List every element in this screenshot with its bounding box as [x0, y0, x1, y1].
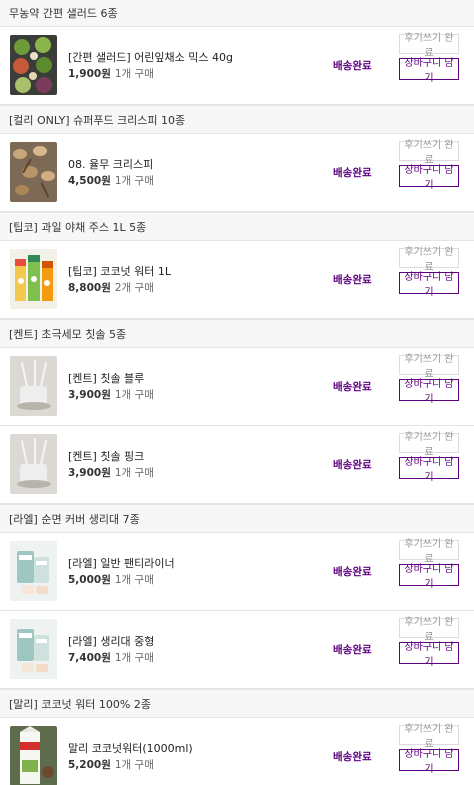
- item-quantity: 1개 구매: [114, 68, 154, 80]
- add-to-cart-button[interactable]: 장바구니 담기: [399, 564, 459, 590]
- add-to-cart-button[interactable]: 장바구니 담기: [399, 457, 459, 483]
- group-title: [라엘] 순면 커버 생리대 7종: [9, 512, 140, 526]
- item-meta: 7,400원 1개 구매: [68, 652, 154, 665]
- item-price: 7,400원: [68, 652, 111, 664]
- toothbrush-cup-thumbnail[interactable]: [10, 434, 57, 494]
- review-done-button[interactable]: 후기쓰기 완료: [399, 724, 459, 750]
- group-header[interactable]: [컬리 ONLY] 슈퍼푸드 크리스피 10종: [0, 105, 474, 134]
- delivery-status: 배송완료: [333, 459, 372, 471]
- item-price: 4,500원: [68, 175, 111, 187]
- item-info: [라엘] 일반 팬티라이너 5,000원 1개 구매: [68, 557, 175, 587]
- review-done-button[interactable]: 후기쓰기 완료: [399, 354, 459, 380]
- item-name[interactable]: 08. 율무 크리스피: [68, 158, 154, 172]
- review-done-button[interactable]: 후기쓰기 완료: [399, 140, 459, 166]
- item-meta: 8,800원 2개 구매: [68, 282, 171, 295]
- delivery-status: 배송완료: [333, 60, 372, 72]
- group-title: [컬리 ONLY] 슈퍼푸드 크리스피 10종: [9, 113, 186, 127]
- add-to-cart-button[interactable]: 장바구니 담기: [399, 272, 459, 298]
- item-info: [팁코] 코코넛 워터 1L 8,800원 2개 구매: [68, 265, 171, 295]
- group-header[interactable]: [라엘] 순면 커버 생리대 7종: [0, 504, 474, 533]
- delivery-status: 배송완료: [333, 274, 372, 286]
- order-item: [팁코] 코코넛 워터 1L 8,800원 2개 구매 배송완료 후기쓰기 완료 …: [0, 241, 474, 319]
- item-info: [간편 샐러드] 어린잎채소 믹스 40g 1,900원 1개 구매: [68, 51, 233, 81]
- delivery-status: 배송완료: [333, 644, 372, 656]
- grain-spoons-thumbnail[interactable]: [10, 142, 57, 202]
- group-title: [말리] 코코넛 워터 100% 2종: [9, 697, 151, 711]
- group-title: [팁코] 과일 야채 주스 1L 5종: [9, 220, 147, 234]
- pad-package-thumbnail[interactable]: [10, 619, 57, 679]
- item-price: 3,900원: [68, 389, 111, 401]
- salad-bowls-thumbnail[interactable]: [10, 35, 57, 95]
- item-meta: 3,900원 1개 구매: [68, 389, 154, 402]
- item-name[interactable]: [간편 샐러드] 어린잎채소 믹스 40g: [68, 51, 233, 65]
- item-quantity: 2개 구매: [114, 282, 154, 294]
- item-meta: 3,900원 1개 구매: [68, 467, 154, 480]
- order-history-list: 무농약 간편 샐러드 6종 [간편 샐러드] 어린잎채소 믹스 40g 1,90…: [0, 0, 474, 785]
- group-header[interactable]: [켄트] 초극세모 칫솔 5종: [0, 319, 474, 348]
- toothbrush-cup-thumbnail[interactable]: [10, 356, 57, 416]
- item-meta: 4,500원 1개 구매: [68, 175, 154, 188]
- order-item: [켄트] 칫솔 핑크 3,900원 1개 구매 배송완료 후기쓰기 완료 장바구니…: [0, 426, 474, 504]
- order-item: [켄트] 칫솔 블루 3,900원 1개 구매 배송완료 후기쓰기 완료 장바구니…: [0, 348, 474, 426]
- group-title: 무농약 간편 샐러드 6종: [9, 7, 118, 20]
- item-quantity: 1개 구매: [114, 467, 154, 479]
- item-quantity: 1개 구매: [114, 652, 154, 664]
- order-item: [간편 샐러드] 어린잎채소 믹스 40g 1,900원 1개 구매 배송완료 후…: [0, 27, 474, 105]
- item-name[interactable]: [켄트] 칫솔 핑크: [68, 450, 154, 464]
- item-price: 3,900원: [68, 467, 111, 479]
- item-name[interactable]: [켄트] 칫솔 블루: [68, 372, 154, 386]
- item-info: [켄트] 칫솔 블루 3,900원 1개 구매: [68, 372, 154, 402]
- item-price: 1,900원: [68, 68, 111, 80]
- order-item: [라엘] 일반 팬티라이너 5,000원 1개 구매 배송완료 후기쓰기 완료 장…: [0, 533, 474, 611]
- item-name[interactable]: [라엘] 생리대 중형: [68, 635, 154, 649]
- delivery-status: 배송완료: [333, 167, 372, 179]
- item-meta: 1,900원 1개 구매: [68, 68, 233, 81]
- delivery-status: 배송완료: [333, 751, 372, 763]
- review-done-button[interactable]: 후기쓰기 완료: [399, 247, 459, 273]
- item-info: [라엘] 생리대 중형 7,400원 1개 구매: [68, 635, 154, 665]
- review-done-button[interactable]: 후기쓰기 완료: [399, 617, 459, 643]
- review-done-button[interactable]: 후기쓰기 완료: [399, 33, 459, 59]
- item-quantity: 1개 구매: [114, 389, 154, 401]
- review-done-button[interactable]: 후기쓰기 완료: [399, 432, 459, 458]
- item-quantity: 1개 구매: [114, 175, 154, 187]
- group-header[interactable]: 무농약 간편 샐러드 6종: [0, 0, 474, 27]
- item-quantity: 1개 구매: [114, 759, 154, 771]
- item-info: 말리 코코넛워터(1000ml) 5,200원 1개 구매: [68, 742, 193, 772]
- group-header[interactable]: [말리] 코코넛 워터 100% 2종: [0, 689, 474, 718]
- order-item: 08. 율무 크리스피 4,500원 1개 구매 배송완료 후기쓰기 완료 장바구…: [0, 134, 474, 212]
- add-to-cart-button[interactable]: 장바구니 담기: [399, 165, 459, 191]
- pad-package-thumbnail[interactable]: [10, 541, 57, 601]
- add-to-cart-button[interactable]: 장바구니 담기: [399, 749, 459, 775]
- item-name[interactable]: [라엘] 일반 팬티라이너: [68, 557, 175, 571]
- add-to-cart-button[interactable]: 장바구니 담기: [399, 379, 459, 405]
- delivery-status: 배송완료: [333, 566, 372, 578]
- item-meta: 5,200원 1개 구매: [68, 759, 193, 772]
- item-price: 5,000원: [68, 574, 111, 586]
- item-name[interactable]: [팁코] 코코넛 워터 1L: [68, 265, 171, 279]
- order-item: 말리 코코넛워터(1000ml) 5,200원 1개 구매 배송완료 후기쓰기 완…: [0, 718, 474, 785]
- group-title: [켄트] 초극세모 칫솔 5종: [9, 327, 127, 341]
- review-done-button[interactable]: 후기쓰기 완료: [399, 539, 459, 565]
- item-quantity: 1개 구매: [114, 574, 154, 586]
- item-info: [켄트] 칫솔 핑크 3,900원 1개 구매: [68, 450, 154, 480]
- item-price: 5,200원: [68, 759, 111, 771]
- delivery-status: 배송완료: [333, 381, 372, 393]
- item-price: 8,800원: [68, 282, 111, 294]
- group-header[interactable]: [팁코] 과일 야채 주스 1L 5종: [0, 212, 474, 241]
- order-item: [라엘] 생리대 중형 7,400원 1개 구매 배송완료 후기쓰기 완료 장바구…: [0, 611, 474, 689]
- add-to-cart-button[interactable]: 장바구니 담기: [399, 58, 459, 84]
- add-to-cart-button[interactable]: 장바구니 담기: [399, 642, 459, 668]
- coconut-carton-thumbnail[interactable]: [10, 726, 57, 785]
- juice-cartons-thumbnail[interactable]: [10, 249, 57, 309]
- item-name[interactable]: 말리 코코넛워터(1000ml): [68, 742, 193, 756]
- item-meta: 5,000원 1개 구매: [68, 574, 175, 587]
- item-info: 08. 율무 크리스피 4,500원 1개 구매: [68, 158, 154, 188]
